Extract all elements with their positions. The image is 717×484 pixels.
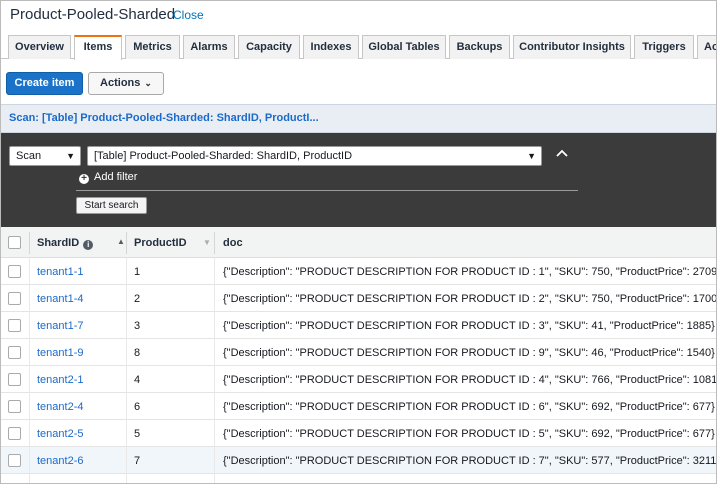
tab-metrics[interactable]: Metrics <box>125 35 180 59</box>
tab-items[interactable]: Items <box>74 35 122 60</box>
scan-target-select[interactable]: [Table] Product-Pooled-Sharded: ShardID,… <box>87 146 542 166</box>
column-gridline <box>126 258 127 483</box>
row-checkbox[interactable] <box>8 400 21 413</box>
row-checkbox[interactable] <box>8 427 21 440</box>
column-gridline <box>214 258 215 483</box>
product-id-cell: 1 <box>134 266 141 278</box>
column-divider <box>29 232 30 254</box>
row-checkbox[interactable] <box>8 454 21 467</box>
product-id-cell: 2 <box>134 293 141 305</box>
column-header-shardid[interactable]: ShardID i <box>37 237 94 250</box>
tab-overview[interactable]: Overview <box>8 35 71 59</box>
product-id-cell: 7 <box>134 455 141 467</box>
column-divider <box>214 232 215 254</box>
scan-mode-select[interactable]: Scan ▼ <box>9 146 81 166</box>
doc-cell: {"Description": "PRODUCT DESCRIPTION FOR… <box>223 374 717 386</box>
tab-indexes[interactable]: Indexes <box>303 35 359 59</box>
doc-cell: {"Description": "PRODUCT DESCRIPTION FOR… <box>223 266 717 278</box>
doc-cell: {"Description": "PRODUCT DESCRIPTION FOR… <box>223 320 715 332</box>
scan-target-value: [Table] Product-Pooled-Sharded: ShardID,… <box>94 150 353 162</box>
tab-capacity[interactable]: Capacity <box>238 35 300 59</box>
scan-title-toggle[interactable]: Scan: [Table] Product-Pooled-Sharded: Sh… <box>9 112 319 124</box>
start-search-button[interactable]: Start search <box>76 197 147 214</box>
add-filter-button[interactable]: + Add filter <box>79 171 137 184</box>
tab-backups[interactable]: Backups <box>449 35 510 59</box>
table-header-row: ShardID i ProductID doc <box>1 227 716 258</box>
tab-alarms[interactable]: Alarms <box>183 35 235 59</box>
plus-circle-icon: + <box>79 174 89 184</box>
chevron-down-icon: ⌄ <box>144 78 152 88</box>
tab-bar: Overview Items Metrics Alarms Capacity I… <box>1 31 716 60</box>
table-row[interactable]: tenant1-7 3 {"Description": "PRODUCT DES… <box>1 312 716 339</box>
doc-cell: {"Description": "PRODUCT DESCRIPTION FOR… <box>223 428 715 440</box>
product-id-cell: 6 <box>134 401 141 413</box>
row-checkbox[interactable] <box>8 265 21 278</box>
column-header-doc[interactable]: doc <box>223 237 243 249</box>
table-row[interactable]: tenant1-4 2 {"Description": "PRODUCT DES… <box>1 285 717 312</box>
table-row[interactable]: tenant2-5 5 {"Description": "PRODUCT DES… <box>1 420 716 447</box>
doc-cell: {"Description": "PRODUCT DESCRIPTION FOR… <box>223 293 717 305</box>
shard-id-link[interactable]: tenant2-4 <box>37 401 83 413</box>
table-row[interactable]: tenant2-6 7 {"Description": "PRODUCT DES… <box>1 447 717 474</box>
dynamodb-items-view: Product-Pooled-Sharded Close Overview It… <box>0 0 717 484</box>
filter-divider <box>76 190 578 191</box>
shard-id-link[interactable]: tenant1-4 <box>37 293 83 305</box>
collapse-chevron-up-icon[interactable] <box>555 146 569 160</box>
scan-title-bar: Scan: [Table] Product-Pooled-Sharded: Sh… <box>1 104 716 133</box>
shard-id-link[interactable]: tenant2-5 <box>37 428 83 440</box>
row-checkbox[interactable] <box>8 292 21 305</box>
close-link[interactable]: Close <box>173 8 204 22</box>
table-row[interactable]: tenant2-4 6 {"Description": "PRODUCT DES… <box>1 393 716 420</box>
column-gridline <box>29 258 30 483</box>
shard-id-link[interactable]: tenant1-7 <box>37 320 83 332</box>
tab-contributor-insights[interactable]: Contributor Insights <box>513 35 631 59</box>
sort-ascending-icon[interactable]: ▲ <box>117 237 125 246</box>
scan-mode-value: Scan <box>16 150 42 162</box>
select-arrow-icon: ▼ <box>527 151 536 161</box>
tab-triggers[interactable]: Triggers <box>634 35 694 59</box>
column-label: ShardID <box>37 237 80 249</box>
select-arrow-icon: ▼ <box>66 151 75 161</box>
doc-cell: {"Description": "PRODUCT DESCRIPTION FOR… <box>223 401 715 413</box>
sort-descending-icon[interactable]: ▼ <box>203 238 211 247</box>
table-title: Product-Pooled-Sharded <box>10 6 176 23</box>
column-divider <box>126 232 127 254</box>
doc-cell: {"Description": "PRODUCT DESCRIPTION FOR… <box>223 347 715 359</box>
product-id-cell: 5 <box>134 428 141 440</box>
select-all-checkbox[interactable] <box>8 236 21 249</box>
add-filter-label: Add filter <box>94 171 138 183</box>
table-row[interactable]: tenant1-1 1 {"Description": "PRODUCT DES… <box>1 258 717 285</box>
table-header: Product-Pooled-Sharded Close <box>1 1 716 31</box>
row-checkbox[interactable] <box>8 346 21 359</box>
column-header-productid[interactable]: ProductID <box>134 237 187 249</box>
tab-access-control[interactable]: Ac <box>697 35 716 59</box>
row-checkbox[interactable] <box>8 319 21 332</box>
actions-dropdown-button[interactable]: Actions ⌄ <box>88 72 164 95</box>
table-row[interactable]: tenant1-9 8 {"Description": "PRODUCT DES… <box>1 339 716 366</box>
doc-cell: {"Description": "PRODUCT DESCRIPTION FOR… <box>223 455 717 467</box>
product-id-cell: 4 <box>134 374 141 386</box>
shard-id-link[interactable]: tenant1-1 <box>37 266 83 278</box>
info-icon[interactable]: i <box>83 240 94 250</box>
row-checkbox[interactable] <box>8 373 21 386</box>
actions-label: Actions <box>100 77 141 89</box>
product-id-cell: 3 <box>134 320 141 332</box>
create-item-button[interactable]: Create item <box>6 72 83 95</box>
tab-global-tables[interactable]: Global Tables <box>362 35 446 59</box>
shard-id-link[interactable]: tenant2-1 <box>37 374 83 386</box>
product-id-cell: 8 <box>134 347 141 359</box>
shard-id-link[interactable]: tenant2-6 <box>37 455 83 467</box>
shard-id-link[interactable]: tenant1-9 <box>37 347 83 359</box>
table-row[interactable]: tenant2-1 4 {"Description": "PRODUCT DES… <box>1 366 717 393</box>
